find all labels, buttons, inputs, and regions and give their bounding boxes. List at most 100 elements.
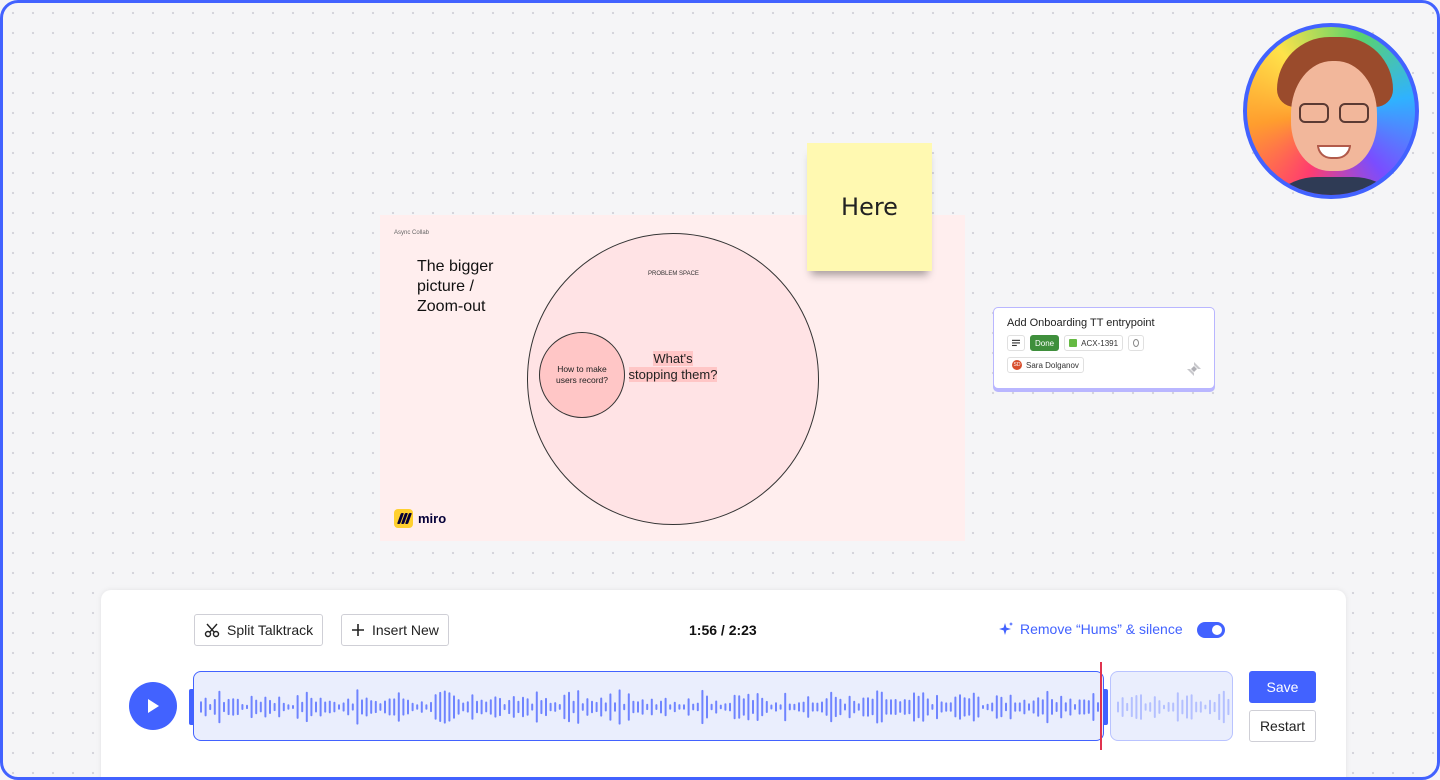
- waveform-bar: [255, 699, 258, 715]
- waveform-bar: [232, 698, 235, 716]
- waveform-bar: [535, 691, 538, 723]
- save-button[interactable]: Save: [1249, 671, 1316, 703]
- waveform-bar: [365, 697, 368, 717]
- problem-space-label: PROBLEM SPACE: [648, 271, 699, 277]
- waveform-bar: [439, 691, 442, 722]
- waveform-bar: [531, 703, 534, 711]
- waveform-bar: [738, 695, 741, 719]
- waveform-bar: [1209, 699, 1211, 715]
- waveform-bar: [301, 701, 304, 713]
- waveform-bar: [425, 704, 428, 710]
- waveform-bar: [457, 699, 460, 715]
- waveform-bar: [931, 704, 934, 710]
- waveform-bar: [673, 701, 676, 713]
- waveform-bar: [880, 691, 883, 723]
- audio-waveform-trimmed: [1117, 690, 1230, 724]
- waveform-bar: [324, 701, 327, 713]
- waveform-bar: [489, 699, 492, 715]
- waveform-bar: [940, 701, 943, 713]
- waveform-bar: [982, 705, 984, 709]
- waveform-bar: [1028, 703, 1030, 711]
- waveform-bar: [1023, 699, 1026, 715]
- assignee-chip[interactable]: SD Sara Dolganov: [1007, 357, 1084, 373]
- playhead[interactable]: [1100, 662, 1102, 750]
- waveform-bar: [517, 700, 520, 714]
- waveform-bar: [1097, 702, 1099, 712]
- waveform-bar: [862, 697, 865, 717]
- waveform-bar: [503, 704, 506, 711]
- waveform-bar: [361, 699, 363, 715]
- waveform-bar: [802, 701, 805, 713]
- waveform-bar: [729, 702, 731, 712]
- waveform-bar: [719, 704, 722, 710]
- center-question-text: What's stopping them?: [628, 351, 718, 382]
- waveform-bar: [1014, 702, 1017, 712]
- audio-waveform: [200, 689, 1099, 725]
- waveform-bar: [388, 698, 391, 716]
- waveform-bar: [604, 702, 607, 712]
- waveform-bar: [259, 701, 262, 713]
- waveform-bar: [319, 697, 322, 717]
- waveform-bar: [885, 699, 888, 715]
- waveform-bar: [549, 702, 552, 712]
- waveform-bar: [779, 704, 782, 710]
- waveform-bar: [632, 700, 635, 714]
- play-button[interactable]: [129, 682, 177, 730]
- waveform-bar: [848, 695, 851, 719]
- waveform-bar: [1041, 699, 1044, 715]
- waveform-bar: [811, 702, 814, 712]
- waveform-bar: [701, 689, 704, 725]
- remove-hums-label: Remove “Hums” & silence: [1020, 621, 1183, 637]
- audio-track-trimmed[interactable]: [1110, 671, 1233, 741]
- waveform-bar: [402, 698, 405, 716]
- waveform-bar: [269, 699, 271, 714]
- waveform-bar: [356, 689, 359, 725]
- split-talktrack-button[interactable]: Split Talktrack: [194, 614, 324, 646]
- waveform-bar: [949, 702, 952, 712]
- waveform-bar: [696, 702, 699, 712]
- waveform-bar: [545, 697, 547, 717]
- status-badge[interactable]: Done: [1030, 335, 1060, 351]
- waveform-bar: [370, 700, 373, 714]
- waveform-bar: [908, 699, 911, 715]
- waveform-bar: [379, 703, 382, 711]
- jira-card[interactable]: Add Onboarding TT entrypoint Done ACX-13…: [993, 307, 1215, 389]
- waveform-bar: [600, 697, 603, 717]
- waveform-bar: [1060, 695, 1063, 719]
- waveform-bar: [246, 704, 248, 710]
- remove-hums-option[interactable]: Remove “Hums” & silence: [998, 621, 1183, 637]
- insert-new-button[interactable]: Insert New: [341, 614, 449, 646]
- audio-track-selected[interactable]: [189, 671, 1108, 741]
- waveform-bar: [765, 700, 768, 713]
- waveform-bar: [333, 701, 336, 713]
- waveform-bar: [540, 700, 543, 715]
- restart-button[interactable]: Restart: [1249, 710, 1316, 742]
- board-canvas[interactable]: Async Collab The bigger picture / Zoom-o…: [0, 0, 1440, 780]
- waveform-bar: [1195, 701, 1198, 713]
- remove-hums-toggle[interactable]: [1197, 622, 1225, 638]
- waveform-bar: [416, 704, 419, 710]
- waveform-bar: [1087, 700, 1090, 714]
- description-icon: [1007, 335, 1025, 351]
- waveform-bar: [397, 692, 400, 722]
- waveform-bar: [1158, 700, 1161, 714]
- sticky-note[interactable]: Here: [807, 143, 932, 271]
- waveform-bar: [903, 699, 906, 715]
- miro-logo-text: miro: [418, 511, 447, 526]
- waveform-bar: [788, 703, 791, 711]
- waveform-bar: [577, 690, 580, 724]
- issue-key-chip[interactable]: ACX-1391: [1064, 335, 1124, 351]
- waveform-bar: [1092, 693, 1095, 721]
- waveform-bar: [830, 691, 833, 723]
- sparkle-icon: [999, 622, 1013, 635]
- question-circle: How to make users record?: [539, 332, 625, 418]
- waveform-bar: [1064, 702, 1067, 712]
- waveform-bar: [476, 700, 478, 714]
- waveform-bar: [623, 703, 626, 711]
- waveform-bar: [347, 698, 350, 716]
- waveform-bar: [821, 701, 823, 713]
- waveform-bar: [494, 696, 497, 718]
- waveform-bar: [715, 700, 718, 714]
- waveform-bar: [926, 698, 929, 716]
- waveform-bar: [499, 697, 501, 717]
